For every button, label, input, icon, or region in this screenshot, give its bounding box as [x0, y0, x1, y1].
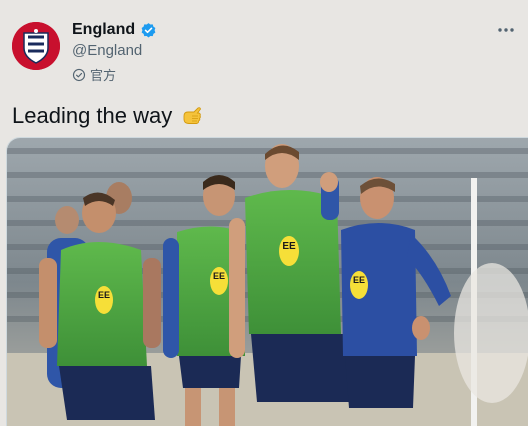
tweet-text-content: Leading the way: [12, 103, 173, 128]
official-badge-icon: [72, 68, 86, 81]
name-row: England: [72, 21, 157, 39]
tweet-media-image[interactable]: EE EE EE EE: [6, 137, 528, 426]
handle[interactable]: @England: [72, 42, 142, 59]
bib-logo-2: EE: [213, 271, 225, 281]
pointing-hand-emoji-icon: [183, 107, 202, 124]
avatar[interactable]: [12, 22, 60, 70]
verified-badge-icon: [141, 22, 156, 38]
tweet-card: England @England 官方 Leading the way EE E…: [0, 0, 528, 426]
display-name[interactable]: England: [72, 21, 135, 39]
official-label: 官方: [90, 68, 117, 83]
tweet-text: Leading the way: [12, 103, 204, 129]
training-photo: EE EE EE EE: [7, 138, 528, 426]
more-icon: [498, 28, 514, 32]
more-button[interactable]: [494, 20, 518, 40]
bib-logo-1: EE: [98, 290, 110, 300]
bib-logo-4: EE: [353, 275, 365, 285]
bib-logo-3: EE: [282, 241, 296, 252]
three-lions-crest-icon: [12, 22, 60, 70]
official-label-row: 官方: [72, 65, 116, 84]
